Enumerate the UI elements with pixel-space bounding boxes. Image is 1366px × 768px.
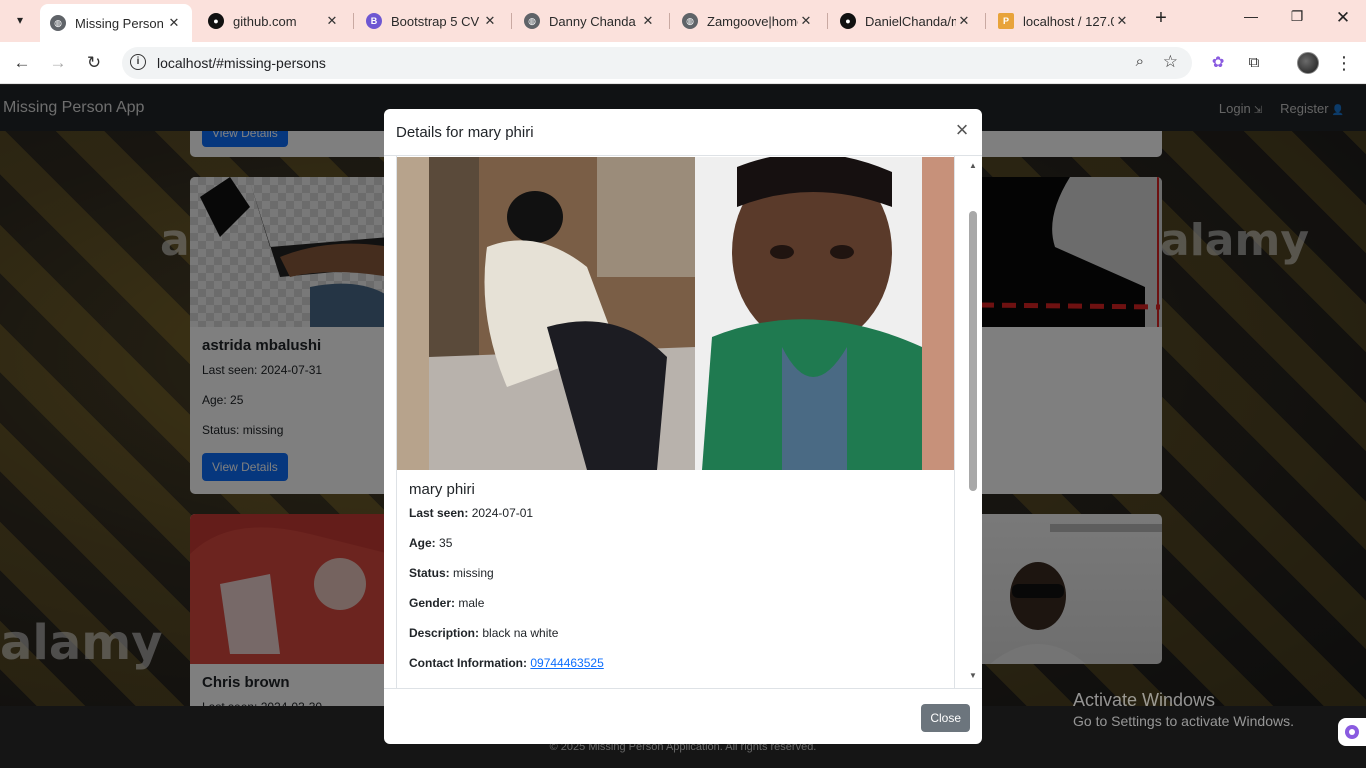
modal-title: Details for mary phiri	[396, 124, 534, 141]
tab-danny-chanda[interactable]: ◍ Danny Chanda | ✕	[514, 6, 666, 36]
address-url[interactable]: localhost/#missing-persons	[157, 55, 326, 71]
scroll-up-icon[interactable]: ▲	[966, 161, 980, 173]
close-tab-icon[interactable]: ✕	[324, 13, 340, 29]
person-photo	[397, 157, 954, 470]
restore-icon[interactable]: ❐	[1282, 8, 1312, 32]
profile-avatar[interactable]	[1297, 52, 1319, 74]
detail-gender: Gender: male	[409, 596, 485, 610]
activate-windows-watermark: Activate Windows Go to Settings to activ…	[1073, 690, 1294, 729]
modal-header: Details for mary phiri ×	[384, 109, 982, 156]
close-tab-icon[interactable]: ✕	[482, 13, 498, 29]
globe-icon: ◍	[50, 15, 66, 31]
close-button[interactable]: Close	[921, 704, 970, 732]
close-tab-icon[interactable]: ✕	[798, 13, 814, 29]
modal-footer: Close	[384, 688, 982, 744]
tab-bootstrap[interactable]: B Bootstrap 5 CV T ✕	[356, 6, 508, 36]
modal-body: mary phiri Last seen: 2024-07-01 Age: 35…	[396, 156, 955, 688]
tab-search-icon[interactable]: ▾	[6, 6, 34, 34]
site-info-icon[interactable]: i	[130, 54, 146, 70]
person-name: mary phiri	[409, 481, 475, 498]
bootstrap-icon: B	[366, 13, 382, 29]
back-icon[interactable]: ←	[10, 51, 34, 75]
close-tab-icon[interactable]: ✕	[640, 13, 656, 29]
window-close-icon[interactable]: ✕	[1328, 8, 1358, 32]
detail-contact: Contact Information: 09744463525	[409, 656, 604, 670]
detail-status: Status: missing	[409, 566, 494, 580]
reload-icon[interactable]: ↻	[82, 51, 106, 75]
github-icon: ●	[208, 13, 224, 29]
tab-github[interactable]: ● github.com ✕	[198, 6, 350, 36]
modal-close-icon[interactable]: ×	[952, 119, 972, 142]
close-tab-icon[interactable]: ✕	[956, 13, 972, 29]
minimize-icon[interactable]: —	[1236, 8, 1266, 32]
scroll-down-icon[interactable]: ▼	[966, 671, 980, 683]
tab-phpmyadmin[interactable]: P localhost / 127.0 ✕	[988, 6, 1140, 36]
contact-phone-link[interactable]: 09744463525	[530, 656, 603, 670]
phpmyadmin-icon: P	[998, 13, 1014, 29]
new-tab-icon[interactable]: +	[1150, 8, 1172, 30]
detail-description: Description: black na white	[409, 626, 559, 640]
tab-github-repo[interactable]: ● DanielChanda/m ✕	[830, 6, 982, 36]
detail-age: Age: 35	[409, 536, 453, 550]
extension-ai-icon[interactable]: ✿	[1207, 52, 1229, 74]
browser-toolbar: ← → ↻ i localhost/#missing-persons ⌕ ☆ ✿…	[0, 42, 1366, 84]
browser-tab-strip: ▾ ◍ Missing Person A ✕ ● github.com ✕ B …	[0, 0, 1366, 42]
globe-icon: ◍	[524, 13, 540, 29]
copilot-icon[interactable]	[1338, 718, 1366, 746]
bookmark-star-icon[interactable]: ☆	[1163, 52, 1178, 72]
forward-icon[interactable]: →	[46, 51, 70, 75]
extensions-puzzle-icon[interactable]: ⧉	[1243, 52, 1265, 74]
github-icon: ●	[840, 13, 856, 29]
address-bar[interactable]: i localhost/#missing-persons ⌕ ☆	[122, 47, 1192, 79]
globe-icon: ◍	[682, 13, 698, 29]
close-tab-icon[interactable]: ✕	[1114, 13, 1130, 29]
zoom-icon[interactable]: ⌕	[1136, 53, 1144, 70]
detail-last-seen: Last seen: 2024-07-01	[409, 506, 534, 520]
person-details: mary phiri Last seen: 2024-07-01 Age: 35…	[409, 481, 939, 686]
close-tab-icon[interactable]: ✕	[166, 15, 182, 31]
scrollbar-thumb[interactable]	[969, 211, 977, 491]
menu-kebab-icon[interactable]: ⋮	[1333, 52, 1355, 74]
tab-missing-person[interactable]: ◍ Missing Person A ✕	[40, 4, 192, 42]
tab-zamgoove[interactable]: ◍ Zamgoove|home ✕	[672, 6, 824, 36]
modal-scrollbar[interactable]: ▲ ▼	[966, 159, 980, 687]
details-modal: Details for mary phiri × mary phiri Last…	[384, 109, 982, 744]
